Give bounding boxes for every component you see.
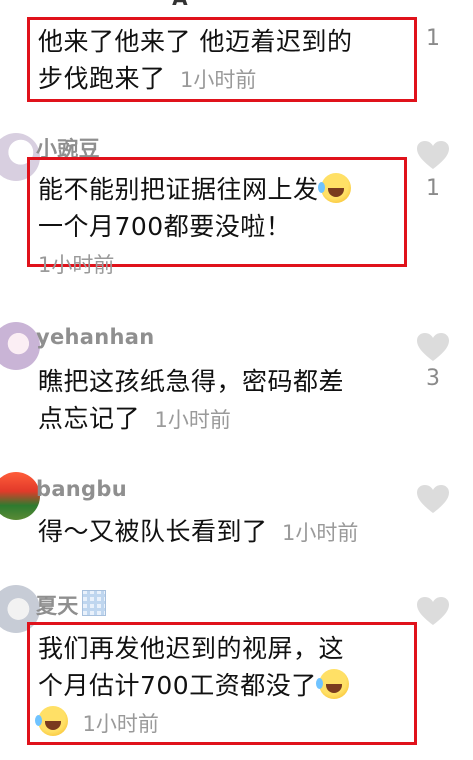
username[interactable]: yehanhan <box>36 325 154 349</box>
comment-text-line: 点忘记了 <box>38 404 141 433</box>
avatar[interactable] <box>0 322 40 370</box>
timestamp: 1小时前 <box>82 712 159 736</box>
comment-text-line: 瞧把这孩纸急得，密码都差 <box>38 367 345 396</box>
like-count: 1 <box>426 176 440 201</box>
comment-text: 得～又被队长看到了 1小时前 <box>38 513 418 552</box>
heart-icon[interactable] <box>416 596 450 626</box>
heart-icon[interactable] <box>416 140 450 170</box>
avatar[interactable] <box>0 472 40 520</box>
comment-text-line: 个月估计700工资都没了 <box>38 671 317 700</box>
comment-text: 我们再发他迟到的视屏，这 个月估计700工资都没了 1小时前 <box>35 630 393 743</box>
laughing-crying-emoji-icon <box>317 173 351 203</box>
laughing-crying-emoji-icon <box>35 706 68 736</box>
like-count: 1 <box>426 26 440 51</box>
comment-text-line: 我们再发他迟到的视屏，这 <box>38 634 345 663</box>
username[interactable]: 夏天 <box>36 590 106 620</box>
username[interactable]: bangbu <box>36 477 127 501</box>
heart-icon[interactable] <box>416 484 450 514</box>
laughing-crying-emoji-icon <box>315 669 349 699</box>
building-icon <box>81 590 106 616</box>
comment-text: 瞧把这孩纸急得，密码都差 点忘记了 1小时前 <box>38 363 393 439</box>
top-partial-name: · ·A· <box>150 0 195 10</box>
timestamp: 1小时前 <box>281 521 359 545</box>
like-count: 3 <box>426 366 440 391</box>
comment-text-line: 他来了他来了 他迈着迟到的 <box>38 27 353 56</box>
comment-text-line: 一个月700都要没啦！ <box>38 212 292 241</box>
comment-text: 能不能别把证据往网上发 一个月700都要没啦！ 1小时前 <box>38 171 393 284</box>
comment-text-line: 得～又被队长看到了 <box>38 517 268 546</box>
timestamp: 1小时前 <box>154 408 231 432</box>
timestamp: 1小时前 <box>38 253 115 277</box>
username-text[interactable]: 夏天 <box>36 594 79 618</box>
comment-text-line: 步伐跑来了 <box>38 64 166 93</box>
heart-icon[interactable] <box>416 332 450 362</box>
timestamp: 1小时前 <box>179 68 257 92</box>
comment-text-line: 能不能别把证据往网上发 <box>38 175 319 204</box>
comment-text: 他来了他来了 他迈着迟到的 步伐跑来了 1小时前 <box>38 23 393 99</box>
